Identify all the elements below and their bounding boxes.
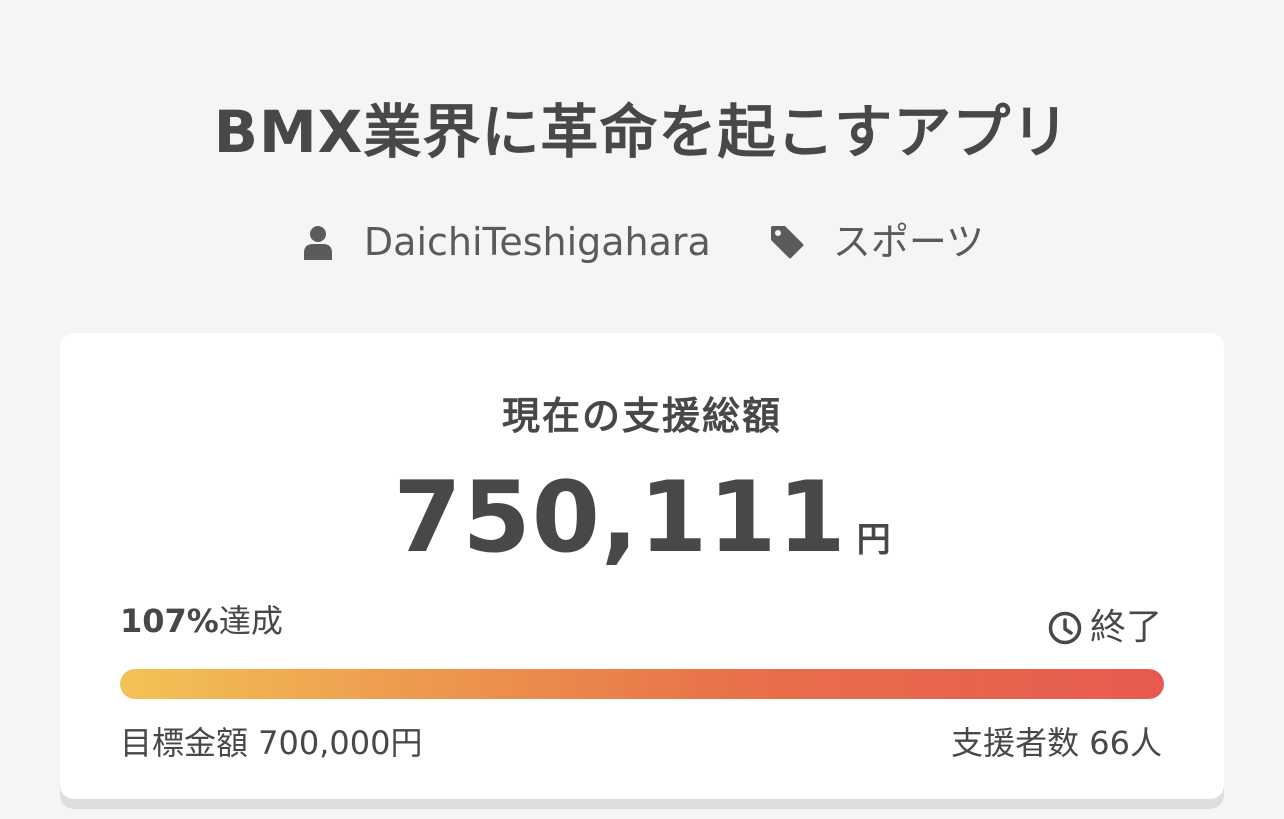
status-badge: 終了 xyxy=(1048,605,1162,651)
achievement-rate: 107%達成 xyxy=(120,599,283,643)
project-page: BMX業界に革命を起こすアプリ DaichiTeshigahara スポーツ 現… xyxy=(0,0,1284,819)
funding-amount-row: 750,111 円 xyxy=(60,463,1224,573)
currency-unit: 円 xyxy=(856,520,891,560)
goal-amount: 目標金額 700,000円 xyxy=(120,724,423,762)
author-link[interactable]: DaichiTeshigahara xyxy=(300,212,711,272)
funding-label: 現在の支援総額 xyxy=(501,394,782,438)
project-meta: DaichiTeshigahara スポーツ xyxy=(0,212,1284,272)
category-link[interactable]: スポーツ xyxy=(769,212,984,272)
progress-bar xyxy=(120,669,1164,699)
backer-count: 支援者数 66人 xyxy=(951,724,1162,762)
author-name: DaichiTeshigahara xyxy=(363,220,711,264)
status-text: 終了 xyxy=(1089,607,1162,648)
achievement-percent: 107% xyxy=(120,602,219,640)
user-icon xyxy=(303,226,332,260)
achievement-suffix: 達成 xyxy=(218,602,283,640)
funding-card: 現在の支援総額 750,111 円 107%達成 終了 目標金額 700,000円… xyxy=(60,333,1224,799)
progress-bar-fill xyxy=(120,669,1164,699)
category-name: スポーツ xyxy=(832,220,985,264)
project-title: BMX業界に革命を起こすアプリ xyxy=(213,98,1071,166)
clock-icon xyxy=(1048,611,1082,645)
funding-amount: 750,111 xyxy=(393,461,847,575)
tag-icon xyxy=(770,226,804,259)
